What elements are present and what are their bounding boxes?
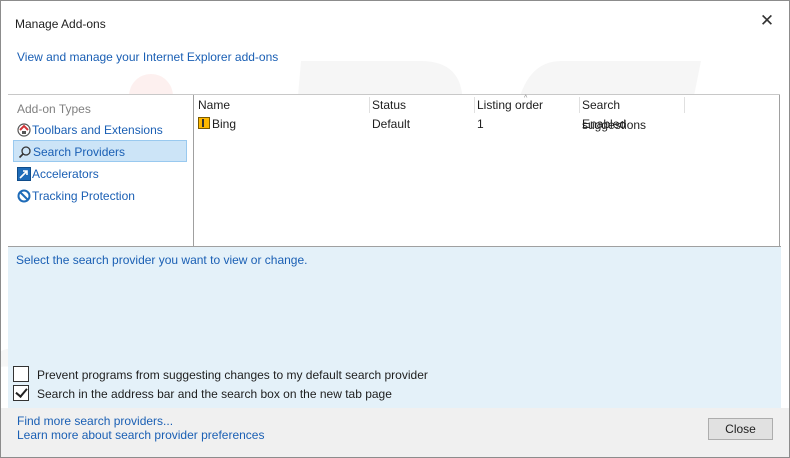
table-row[interactable]: Bing Default 1 Enabled <box>194 115 778 133</box>
details-prompt: Select the search provider you want to v… <box>16 253 308 267</box>
search-providers-list: Name Status Listing order ^ Search sugge… <box>194 95 780 247</box>
column-header-name[interactable]: Name <box>194 95 369 115</box>
manage-addons-window: risk.com Manage Add-ons ✕ View and manag… <box>0 0 790 458</box>
checkbox-label: Search in the address bar and the search… <box>37 387 392 401</box>
cell-search-suggestions: Enabled <box>582 117 627 131</box>
learn-more-preferences-link[interactable]: Learn more about search provider prefere… <box>17 428 264 442</box>
toolbars-extensions-icon <box>17 123 31 137</box>
address-bar-search-checkbox[interactable] <box>13 385 29 401</box>
close-button[interactable]: Close <box>708 418 773 440</box>
sort-caret-icon: ^ <box>524 95 528 102</box>
sidebar-item-label: Accelerators <box>32 167 99 181</box>
sidebar-item-tracking-protection[interactable]: Tracking Protection <box>13 185 187 207</box>
blocked-circle-icon <box>17 189 31 203</box>
prevent-suggest-changes-checkbox[interactable] <box>13 366 29 382</box>
sidebar-item-search-providers[interactable]: Search Providers <box>13 140 187 162</box>
sidebar-item-toolbars-extensions[interactable]: Toolbars and Extensions <box>13 119 187 141</box>
column-header-search-suggestions[interactable]: Search suggestions <box>578 95 684 132</box>
addon-types-sidebar: Add-on Types Toolbars and Extensions Sea… <box>9 95 193 247</box>
sidebar-item-label: Tracking Protection <box>32 189 135 203</box>
details-pane: Select the search provider you want to v… <box>8 247 781 408</box>
bing-icon <box>198 117 210 129</box>
search-magnifier-icon <box>18 146 31 159</box>
column-header-status[interactable]: Status <box>368 95 474 115</box>
sidebar-item-label: Toolbars and Extensions <box>32 123 163 137</box>
checkmark-icon <box>15 385 28 398</box>
accelerator-arrow-icon <box>17 167 31 181</box>
checkbox-label: Prevent programs from suggesting changes… <box>37 368 428 382</box>
sidebar-item-accelerators[interactable]: Accelerators <box>13 163 187 185</box>
dialog-footer: Find more search providers... Learn more… <box>1 408 789 457</box>
cell-listing-order: 1 <box>477 117 484 131</box>
title-bar: Manage Add-ons ✕ <box>1 1 789 41</box>
sidebar-title: Add-on Types <box>17 102 91 116</box>
window-title: Manage Add-ons <box>15 17 106 31</box>
find-more-providers-link[interactable]: Find more search providers... <box>17 414 173 428</box>
column-divider <box>684 97 685 113</box>
manage-addons-link[interactable]: View and manage your Internet Explorer a… <box>17 50 278 64</box>
close-window-button[interactable]: ✕ <box>757 11 777 31</box>
cell-name: Bing <box>212 117 237 131</box>
cell-status: Default <box>372 117 411 131</box>
sidebar-item-label: Search Providers <box>33 145 126 159</box>
